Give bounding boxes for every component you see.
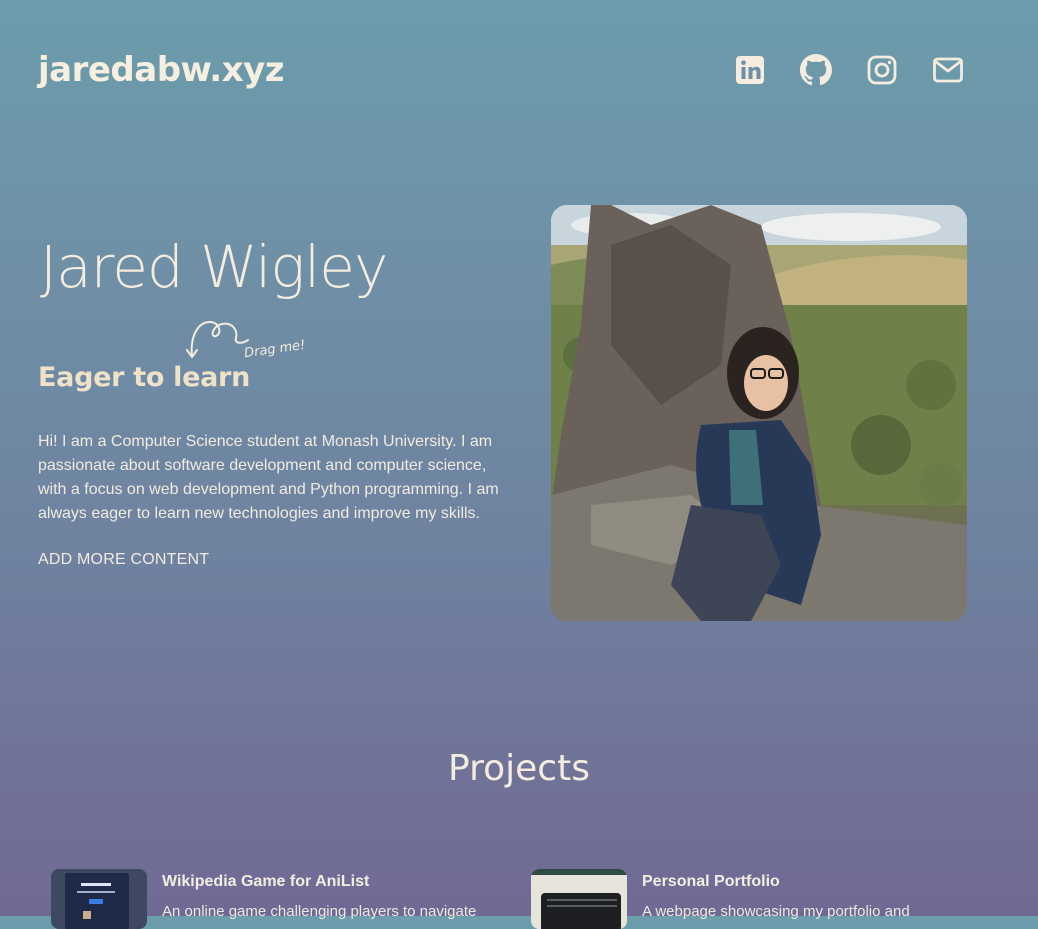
project-card-wikipedia-game[interactable]: Wikipedia Game for AniList An online gam… — [51, 869, 491, 929]
hero-bio: Hi! I am a Computer Science student at M… — [38, 433, 499, 522]
add-more-content-link[interactable]: ADD MORE CONTENT — [38, 551, 209, 569]
social-links — [732, 50, 966, 90]
project-thumbnail — [51, 869, 147, 929]
site-title[interactable]: jaredabw.xyz — [38, 50, 285, 90]
drag-hint: Drag me! — [186, 316, 316, 366]
github-icon[interactable] — [798, 50, 834, 90]
projects-heading: Projects — [448, 748, 590, 789]
linkedin-icon[interactable] — [732, 50, 768, 90]
project-description: An online game challenging players to na… — [162, 903, 477, 920]
project-title[interactable]: Wikipedia Game for AniList — [162, 873, 369, 891]
project-title[interactable]: Personal Portfolio — [642, 873, 780, 891]
profile-photo — [551, 205, 967, 621]
profile-photo-illustration — [551, 205, 967, 621]
instagram-icon[interactable] — [864, 50, 900, 90]
email-icon[interactable] — [930, 50, 966, 90]
project-thumbnail — [531, 869, 627, 929]
project-card-personal-portfolio[interactable]: Personal Portfolio A webpage showcasing … — [531, 869, 971, 929]
project-description: A webpage showcasing my portfolio and — [642, 903, 910, 920]
hero-tagline[interactable]: Eager to learn — [38, 362, 250, 393]
hero-name: Jared Wigley — [40, 233, 388, 301]
